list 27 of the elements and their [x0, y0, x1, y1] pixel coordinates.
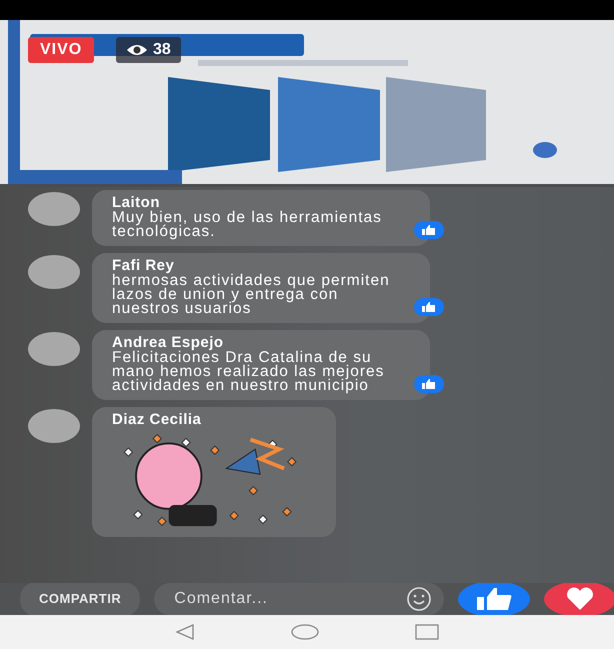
comment-author[interactable]: Laiton: [112, 194, 408, 211]
recents-icon[interactable]: [415, 624, 439, 640]
like-reaction-icon: [414, 372, 444, 396]
thumbs-up-icon: [475, 586, 514, 612]
avatar: [28, 332, 80, 366]
comment-text: hermosas actividades que permiten lazos de union y entrega con nuestros usuarios: [112, 274, 391, 316]
home-icon[interactable]: [291, 624, 319, 640]
live-badge: VIVO: [28, 37, 94, 63]
avatar: [28, 255, 80, 289]
heart-icon: [565, 586, 596, 612]
like-button[interactable]: [458, 583, 530, 615]
back-icon[interactable]: [175, 624, 195, 640]
comment-author[interactable]: Fafi Rey: [112, 257, 408, 274]
eye-icon: [126, 43, 148, 57]
emoji-icon[interactable]: [406, 586, 432, 612]
comment-author[interactable]: Diaz Cecilia: [112, 411, 314, 428]
share-button[interactable]: COMPARTIR: [20, 583, 140, 615]
avatar: [28, 409, 80, 443]
comment-author[interactable]: Andrea Espejo: [112, 334, 408, 351]
comment-text: Muy bien, uso de las herramientas tecnológicas.: [112, 211, 383, 239]
love-button[interactable]: [544, 583, 614, 615]
avatar: [28, 192, 80, 226]
comment-text: Felicitaciones Dra Catalina de su mano hemos realizado las mejores actividades en nuestro municipio: [112, 351, 386, 393]
viewer-count: 38: [116, 37, 181, 63]
like-reaction-icon: [414, 218, 444, 242]
like-reaction-icon: [414, 295, 444, 319]
comment-field[interactable]: Comentar...: [154, 583, 444, 615]
